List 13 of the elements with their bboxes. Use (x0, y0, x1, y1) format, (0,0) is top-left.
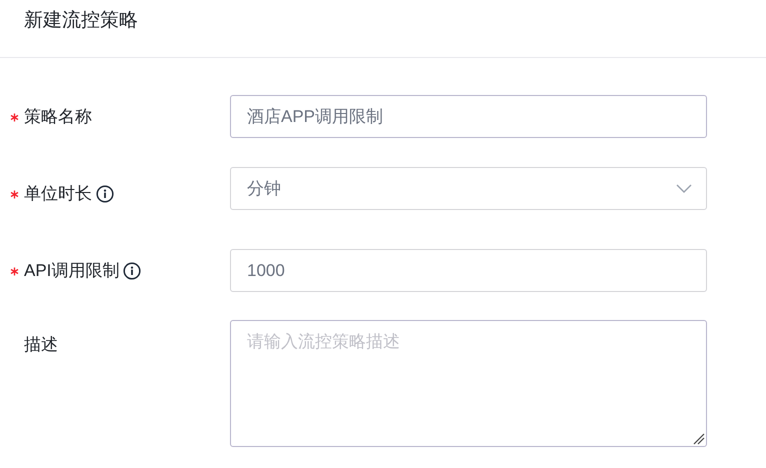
unit-select[interactable]: 分钟 (230, 167, 707, 210)
text-field[interactable]: 酒店APP调用限制 (230, 95, 707, 138)
info-icon[interactable] (96, 184, 114, 202)
field-label: 描述 (24, 334, 58, 356)
text-field[interactable]: 1000 (230, 249, 707, 292)
field-label: API调用限制 (24, 260, 120, 282)
resize-handle-icon[interactable] (693, 433, 705, 445)
page-title: 新建流控策略 (24, 9, 138, 34)
info-icon[interactable] (123, 262, 142, 280)
description-field[interactable]: 请输入流控策略描述 (230, 320, 707, 447)
chevron-down-icon (676, 184, 692, 194)
field-label: 策略名称 (24, 106, 92, 128)
field-label: 单位时长 (24, 182, 92, 205)
